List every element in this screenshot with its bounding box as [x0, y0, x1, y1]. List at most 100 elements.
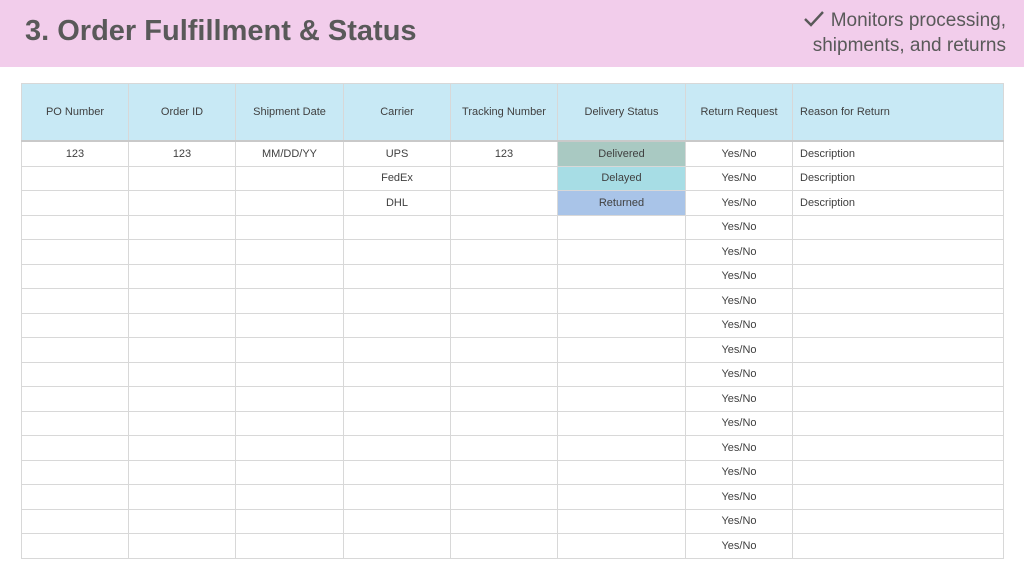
- table-cell[interactable]: Yes/No: [685, 165, 793, 191]
- table-cell[interactable]: [557, 386, 686, 412]
- table-cell[interactable]: [235, 288, 344, 314]
- table-cell[interactable]: [450, 533, 558, 559]
- table-cell[interactable]: [21, 361, 129, 387]
- table-cell[interactable]: [21, 410, 129, 436]
- table-cell[interactable]: [235, 435, 344, 461]
- table-cell[interactable]: [343, 239, 451, 265]
- table-cell[interactable]: Yes/No: [685, 312, 793, 338]
- table-cell[interactable]: Yes/No: [685, 214, 793, 240]
- table-cell[interactable]: [450, 386, 558, 412]
- table-cell[interactable]: [128, 484, 236, 510]
- table-cell[interactable]: [557, 484, 686, 510]
- table-cell[interactable]: [21, 312, 129, 338]
- table-cell[interactable]: [343, 312, 451, 338]
- table-cell[interactable]: [792, 337, 1004, 363]
- table-cell[interactable]: [235, 263, 344, 289]
- table-cell[interactable]: [128, 312, 236, 338]
- table-cell[interactable]: [343, 508, 451, 534]
- table-cell[interactable]: 123: [450, 140, 558, 167]
- table-cell[interactable]: Yes/No: [685, 533, 793, 559]
- table-cell[interactable]: [343, 533, 451, 559]
- table-cell[interactable]: Yes/No: [685, 190, 793, 216]
- table-cell[interactable]: [557, 361, 686, 387]
- table-cell[interactable]: [21, 165, 129, 191]
- table-cell[interactable]: Returned: [557, 190, 686, 216]
- table-cell[interactable]: [343, 459, 451, 485]
- table-cell[interactable]: [343, 263, 451, 289]
- table-cell[interactable]: [557, 214, 686, 240]
- table-cell[interactable]: Yes/No: [685, 484, 793, 510]
- table-cell[interactable]: [557, 410, 686, 436]
- table-cell[interactable]: [235, 165, 344, 191]
- table-cell[interactable]: [343, 435, 451, 461]
- table-cell[interactable]: [235, 214, 344, 240]
- table-cell[interactable]: [128, 435, 236, 461]
- table-cell[interactable]: Yes/No: [685, 239, 793, 265]
- table-cell[interactable]: [450, 239, 558, 265]
- table-cell[interactable]: [557, 533, 686, 559]
- table-cell[interactable]: [235, 337, 344, 363]
- table-cell[interactable]: 123: [21, 140, 129, 167]
- table-cell[interactable]: [343, 410, 451, 436]
- table-cell[interactable]: [343, 361, 451, 387]
- table-cell[interactable]: MM/DD/YY: [235, 140, 344, 167]
- table-cell[interactable]: Yes/No: [685, 263, 793, 289]
- table-cell[interactable]: [792, 533, 1004, 559]
- table-cell[interactable]: [235, 386, 344, 412]
- table-cell[interactable]: Description: [792, 190, 1004, 216]
- table-cell[interactable]: [792, 410, 1004, 436]
- table-cell[interactable]: [557, 312, 686, 338]
- table-cell[interactable]: [21, 263, 129, 289]
- table-cell[interactable]: [450, 337, 558, 363]
- table-cell[interactable]: [792, 508, 1004, 534]
- table-cell[interactable]: [557, 239, 686, 265]
- table-cell[interactable]: FedEx: [343, 165, 451, 191]
- table-cell[interactable]: [792, 263, 1004, 289]
- table-cell[interactable]: Yes/No: [685, 459, 793, 485]
- table-cell[interactable]: [557, 459, 686, 485]
- table-cell[interactable]: [235, 484, 344, 510]
- table-cell[interactable]: [235, 361, 344, 387]
- table-cell[interactable]: [128, 288, 236, 314]
- table-cell[interactable]: [450, 459, 558, 485]
- table-cell[interactable]: [21, 533, 129, 559]
- table-cell[interactable]: [21, 288, 129, 314]
- table-cell[interactable]: [128, 459, 236, 485]
- table-cell[interactable]: [21, 484, 129, 510]
- table-cell[interactable]: [235, 533, 344, 559]
- table-cell[interactable]: [792, 312, 1004, 338]
- table-cell[interactable]: [235, 459, 344, 485]
- table-cell[interactable]: [792, 361, 1004, 387]
- table-cell[interactable]: [450, 190, 558, 216]
- table-cell[interactable]: [128, 190, 236, 216]
- table-cell[interactable]: Yes/No: [685, 435, 793, 461]
- table-cell[interactable]: [792, 288, 1004, 314]
- table-cell[interactable]: Yes/No: [685, 410, 793, 436]
- table-cell[interactable]: [792, 484, 1004, 510]
- table-cell[interactable]: [128, 239, 236, 265]
- table-cell[interactable]: [128, 508, 236, 534]
- table-cell[interactable]: [450, 165, 558, 191]
- table-cell[interactable]: [343, 337, 451, 363]
- table-cell[interactable]: Yes/No: [685, 288, 793, 314]
- table-cell[interactable]: [557, 435, 686, 461]
- table-cell[interactable]: Delivered: [557, 140, 686, 167]
- table-cell[interactable]: [21, 386, 129, 412]
- table-cell[interactable]: [128, 165, 236, 191]
- table-cell[interactable]: [792, 214, 1004, 240]
- table-cell[interactable]: [450, 508, 558, 534]
- table-cell[interactable]: [128, 263, 236, 289]
- table-cell[interactable]: [128, 533, 236, 559]
- table-cell[interactable]: [557, 263, 686, 289]
- table-cell[interactable]: Yes/No: [685, 361, 793, 387]
- table-cell[interactable]: [557, 508, 686, 534]
- table-cell[interactable]: Description: [792, 165, 1004, 191]
- table-cell[interactable]: [21, 508, 129, 534]
- table-cell[interactable]: [128, 214, 236, 240]
- table-cell[interactable]: [235, 190, 344, 216]
- table-cell[interactable]: [21, 190, 129, 216]
- table-cell[interactable]: [235, 239, 344, 265]
- table-cell[interactable]: [21, 337, 129, 363]
- table-cell[interactable]: UPS: [343, 140, 451, 167]
- table-cell[interactable]: [450, 361, 558, 387]
